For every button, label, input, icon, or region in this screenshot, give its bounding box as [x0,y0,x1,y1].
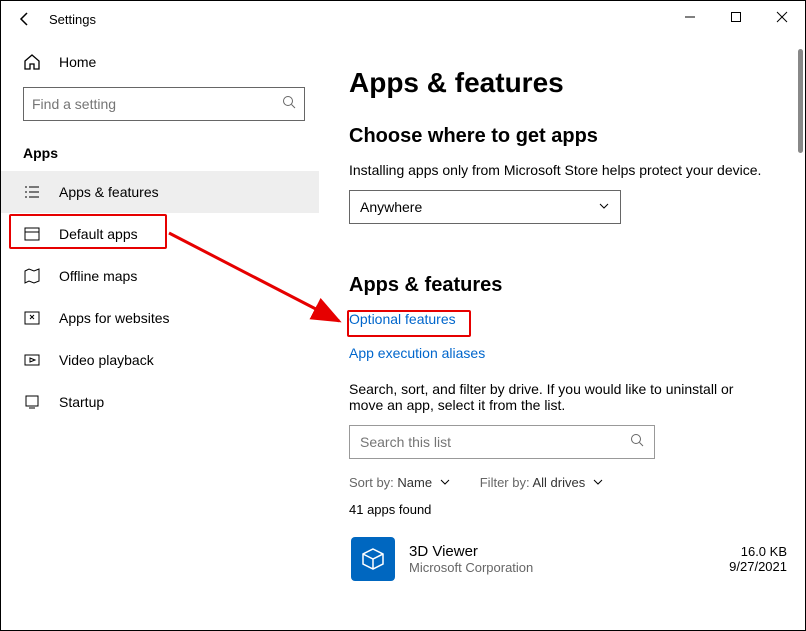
chevron-down-icon [436,475,450,490]
sidebar-search-input[interactable] [32,96,256,112]
apps-search-input[interactable] [360,434,601,450]
app-execution-aliases-link[interactable]: App execution aliases [349,345,485,361]
scrollbar[interactable] [798,49,803,153]
back-button[interactable] [11,5,39,33]
app-publisher: Microsoft Corporation [409,560,715,575]
default-apps-icon [23,226,41,242]
home-icon [23,53,41,71]
apps-subheading: Apps & features [349,274,789,297]
nav-label: Offline maps [59,268,137,284]
startup-icon [23,394,41,410]
nav-label: Apps & features [59,184,159,200]
nav-video-playback[interactable]: Video playback [1,339,319,381]
app-source-select[interactable]: Anywhere [349,190,621,224]
home-label: Home [59,54,96,70]
minimize-button[interactable] [667,1,713,33]
chevron-down-icon [589,475,603,490]
list-icon [23,184,41,200]
sort-label: Sort by: [349,475,394,490]
app-icon [351,537,395,581]
nav-apps-and-features[interactable]: Apps & features [1,171,319,213]
nav-label: Startup [59,394,104,410]
nav-startup[interactable]: Startup [1,381,319,423]
nav-label: Apps for websites [59,310,170,326]
sidebar-search[interactable] [23,87,305,121]
apps-search[interactable] [349,425,655,459]
optional-features-link[interactable]: Optional features [349,311,456,327]
chevron-down-icon [598,199,610,215]
website-icon [23,310,41,326]
filter-label: Filter by: [480,475,530,490]
page-title: Apps & features [349,67,789,99]
app-row[interactable]: 3D Viewer Microsoft Corporation 16.0 KB … [349,531,789,587]
home-nav[interactable]: Home [1,45,319,79]
nav-default-apps[interactable]: Default apps [1,213,319,255]
map-icon [23,268,41,284]
sort-value: Name [397,475,432,490]
app-size: 16.0 KB [729,544,787,559]
maximize-button[interactable] [713,1,759,33]
search-icon [282,95,296,114]
sort-by-control[interactable]: Sort by: Name [349,475,450,490]
app-name: 3D Viewer [409,543,715,560]
nav-offline-maps[interactable]: Offline maps [1,255,319,297]
apps-count: 41 apps found [349,502,789,517]
nav-label: Default apps [59,226,138,242]
choose-heading: Choose where to get apps [349,125,789,148]
app-date: 9/27/2021 [729,559,787,574]
choose-description: Installing apps only from Microsoft Stor… [349,162,789,178]
list-description: Search, sort, and filter by drive. If yo… [349,381,769,413]
nav-label: Video playback [59,352,154,368]
section-apps-label: Apps [1,121,319,171]
select-value: Anywhere [360,199,422,215]
close-button[interactable] [759,1,805,33]
search-icon [630,433,644,452]
window-title: Settings [49,12,96,27]
nav-apps-for-websites[interactable]: Apps for websites [1,297,319,339]
filter-value: All drives [532,475,585,490]
filter-by-control[interactable]: Filter by: All drives [480,475,603,490]
video-icon [23,352,41,368]
